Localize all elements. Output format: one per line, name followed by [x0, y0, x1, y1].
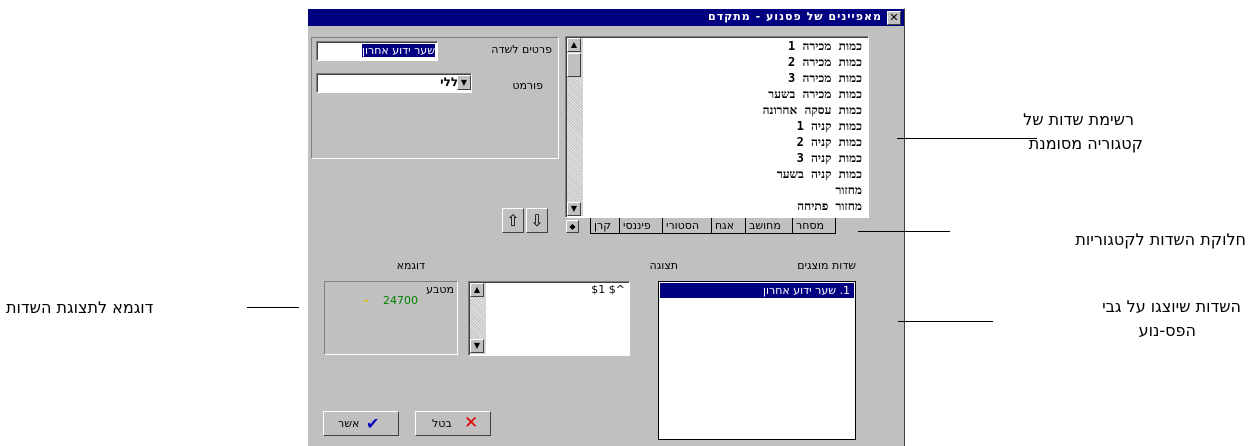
- ok-label: אשר: [338, 417, 360, 430]
- tab-trading[interactable]: מסחר: [792, 218, 836, 234]
- callout-tabs: חלוקת השדות לקטגוריות: [1075, 230, 1246, 249]
- example-label: דוגמא: [396, 259, 425, 272]
- displayed-fields-label: שדות מוצגים: [797, 259, 856, 272]
- list-item[interactable]: 1. שער ידוע אחרון: [660, 283, 854, 298]
- callout-displayed-line1: השדות שיוצגו על גבי: [1102, 297, 1241, 316]
- list-item[interactable]: כמות מכירה 1: [586, 38, 868, 54]
- field-name-input[interactable]: שער ידוע אחרון: [316, 41, 438, 61]
- list-item[interactable]: ^$ $1: [591, 283, 625, 296]
- format-label: פורמט: [512, 79, 543, 92]
- field-label: פרטים לשדה: [491, 43, 552, 56]
- callout-example: דוגמא לתצוגת השדות: [6, 298, 154, 317]
- window-title: מאפיינים של פסנוע - מתקדם: [708, 10, 882, 23]
- list-item[interactable]: כמות מכירה בשער: [586, 86, 868, 102]
- example-box: מטבע – 24700: [324, 281, 458, 355]
- list-item[interactable]: כמות מכירה 3: [586, 70, 868, 86]
- properties-dialog: מאפיינים של פסנוע - מתקדם ✕ ▲ ▼ כמות מכי…: [307, 8, 905, 446]
- category-tabs: ◆ קרן פיננסי הסטורי אגח מחושב מסחר: [566, 218, 856, 236]
- tab-kren[interactable]: קרן: [590, 218, 620, 234]
- field-name-value: שער ידוע אחרון: [362, 44, 435, 57]
- field-list-scrollbar[interactable]: ▲ ▼: [567, 38, 583, 216]
- list-item[interactable]: מחזור: [586, 182, 868, 198]
- field-list[interactable]: ▲ ▼ כמות מכירה 1 כמות מכירה 2 כמות מכירה…: [565, 36, 869, 218]
- callout-displayed-line2: הפס-נוע: [1138, 321, 1196, 340]
- details-group: פרטים לשדה שער ידוע אחרון פורמט כללי ▼: [311, 37, 559, 159]
- list-item[interactable]: כמות קניה 2: [586, 134, 868, 150]
- format-select[interactable]: כללי ▼: [316, 73, 472, 93]
- title-bar[interactable]: מאפיינים של פסנוע - מתקדם ✕: [308, 9, 904, 26]
- callout-field-list-line1: רשימת שדות של: [1023, 110, 1134, 129]
- tab-historic[interactable]: הסטורי: [662, 218, 712, 234]
- display-label: תצוגה: [649, 259, 678, 272]
- tab-agach[interactable]: אגח: [711, 218, 746, 234]
- cancel-label: בטל: [432, 417, 452, 430]
- callout-line-displayed: [898, 321, 993, 322]
- list-item[interactable]: כמות עסקה אחרונה: [586, 102, 868, 118]
- list-item[interactable]: כמות מכירה 2: [586, 54, 868, 70]
- cancel-button[interactable]: ✕ בטל: [415, 411, 491, 436]
- cancel-x-icon: ✕: [464, 413, 479, 433]
- close-icon[interactable]: ✕: [887, 11, 901, 25]
- scroll-up-button[interactable]: ▲: [470, 283, 484, 297]
- field-list-items: כמות מכירה 1 כמות מכירה 2 כמות מכירה 3 כ…: [586, 38, 868, 214]
- display-list-scrollbar[interactable]: ▲ ▼: [470, 283, 486, 354]
- move-up-button[interactable]: ⇧: [502, 208, 524, 233]
- scroll-down-button[interactable]: ▼: [470, 339, 484, 353]
- tab-finansi[interactable]: פיננסי: [619, 218, 663, 234]
- callout-line-example: [247, 307, 299, 308]
- example-marker: –: [363, 294, 369, 307]
- ok-button[interactable]: ✔ אשר: [323, 411, 399, 436]
- scroll-thumb[interactable]: [567, 53, 581, 77]
- list-item[interactable]: כמות קניה בשער: [586, 166, 868, 182]
- move-down-button[interactable]: ⇩: [526, 208, 548, 233]
- displayed-fields-list[interactable]: 1. שער ידוע אחרון: [658, 281, 856, 440]
- list-item[interactable]: כמות קניה 1: [586, 118, 868, 134]
- list-item[interactable]: כמות קניה 3: [586, 150, 868, 166]
- display-list[interactable]: ▲ ▼ ^$ $1: [468, 281, 630, 356]
- example-line1: מטבע: [426, 283, 454, 296]
- chevron-down-icon[interactable]: ▼: [457, 75, 471, 90]
- callout-field-list-line2: קטגוריה מסומנת: [1028, 134, 1143, 153]
- tab-more-button[interactable]: ◆: [566, 220, 579, 233]
- callout-line-field-list: [897, 138, 1037, 139]
- example-value: 24700: [383, 294, 418, 307]
- scroll-down-button[interactable]: ▼: [567, 202, 581, 216]
- callout-line-tabs: [858, 231, 950, 232]
- check-icon: ✔: [366, 414, 380, 433]
- scroll-up-button[interactable]: ▲: [567, 38, 581, 52]
- tab-calculated[interactable]: מחושב: [745, 218, 793, 234]
- list-item[interactable]: מחזור פתיחה: [586, 198, 868, 214]
